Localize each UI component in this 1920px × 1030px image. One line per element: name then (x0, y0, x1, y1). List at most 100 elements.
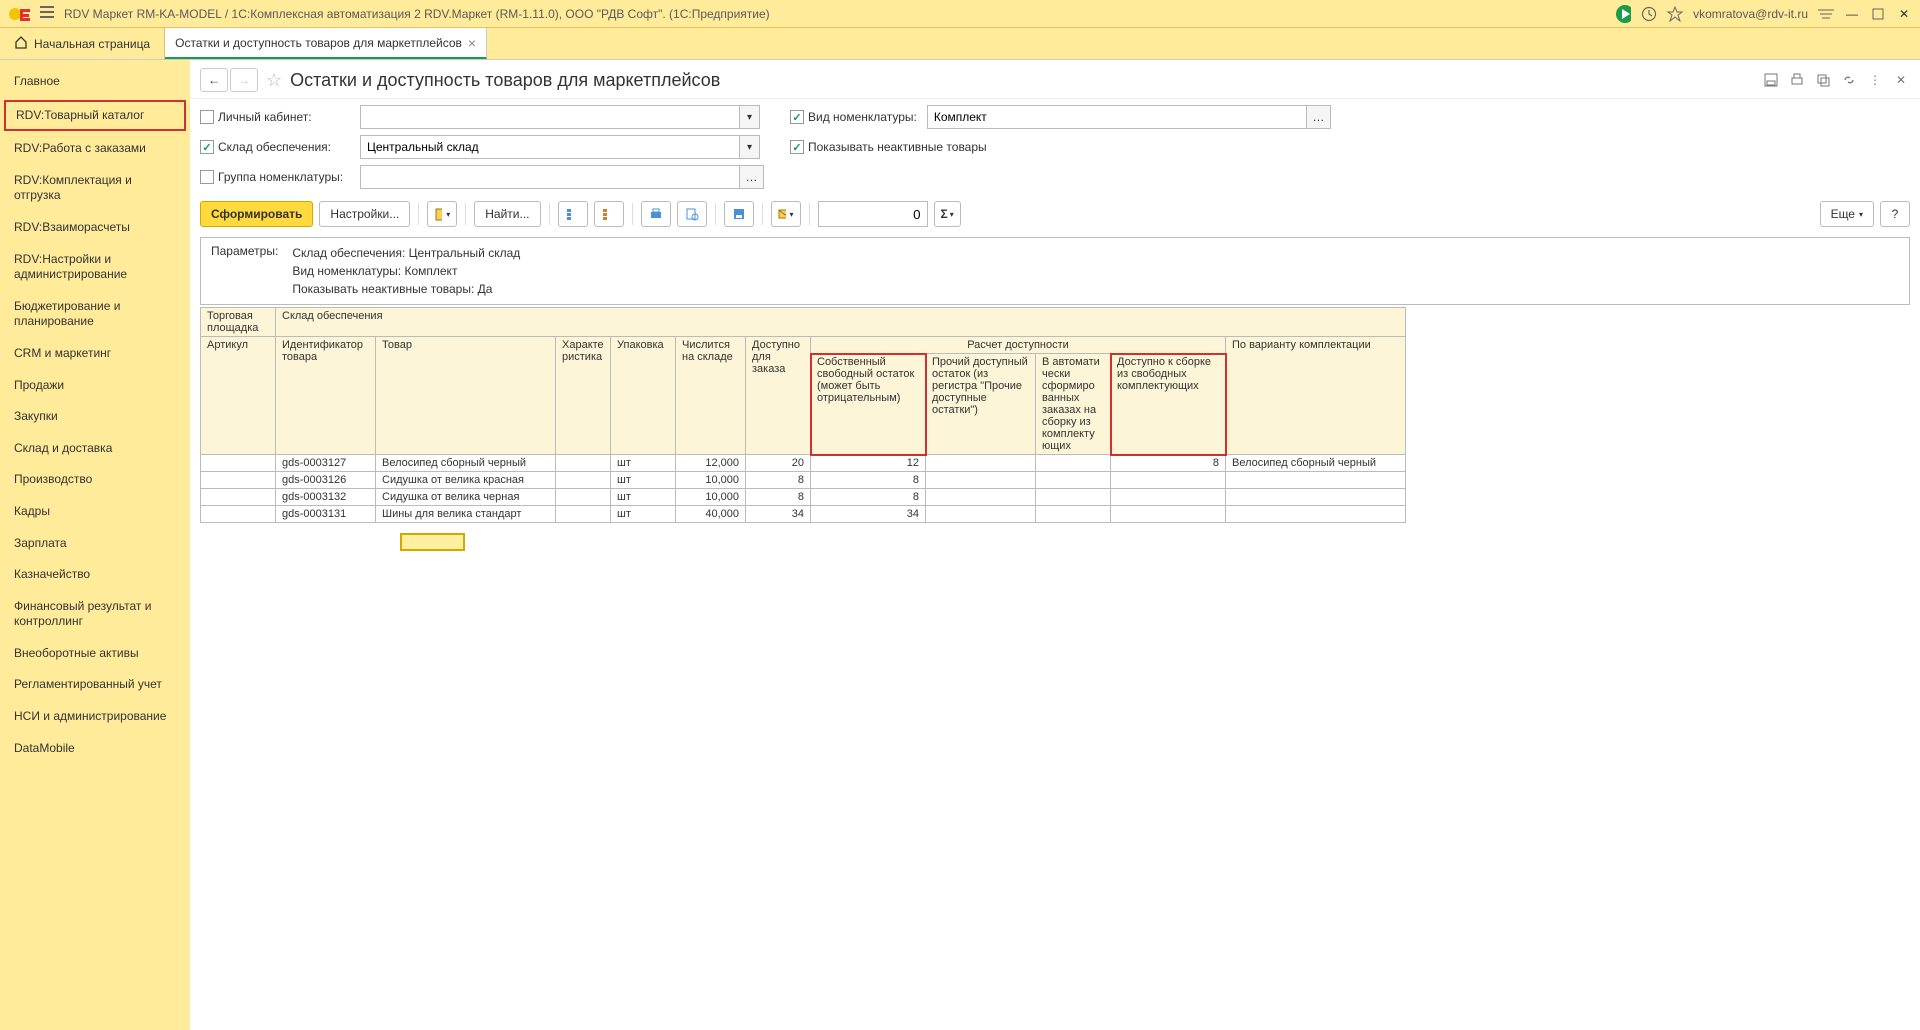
forward-button[interactable]: → (230, 68, 258, 92)
show-inactive-checkbox[interactable] (790, 140, 804, 154)
sklad-checkbox[interactable] (200, 140, 214, 154)
paste-button[interactable]: ▾ (427, 201, 457, 227)
col-header: Доступно к сборке из свободных комплекту… (1111, 354, 1226, 455)
table-row[interactable]: gds-0003126 Сидушка от велика красная шт… (201, 472, 1406, 489)
vid-nom-checkbox[interactable] (790, 110, 804, 124)
personal-cabinet-input[interactable] (360, 105, 740, 129)
menu-burger-icon[interactable] (40, 6, 54, 21)
print-preview-button[interactable] (677, 201, 707, 227)
separator (762, 203, 763, 225)
email-button[interactable]: ▾ (771, 201, 801, 227)
sidebar-item[interactable]: Главное (0, 66, 190, 98)
print-header-icon[interactable] (1788, 71, 1806, 89)
tab-close-icon[interactable]: × (468, 35, 476, 51)
expand-groups-button[interactable] (558, 201, 588, 227)
back-button[interactable]: ← (200, 68, 228, 92)
sidebar-item[interactable]: Кадры (0, 496, 190, 528)
close-window-icon[interactable]: ✕ (1896, 6, 1912, 22)
col-header: Собственный свободный остаток (может быт… (811, 354, 926, 455)
personal-cabinet-checkbox[interactable] (200, 110, 214, 124)
sidebar-item[interactable]: Финансовый результат и контроллинг (0, 591, 190, 638)
sidebar: Главное RDV:Товарный каталог RDV:Работа … (0, 60, 190, 1030)
sidebar-item[interactable]: Продажи (0, 370, 190, 402)
tab-active-label: Остатки и доступность товаров для маркет… (175, 36, 462, 50)
play-icon[interactable] (1615, 6, 1631, 22)
save-button[interactable] (724, 201, 754, 227)
col-header: По варианту комплектации (1226, 337, 1406, 455)
sidebar-item[interactable]: RDV:Настройки и администрирование (0, 244, 190, 291)
col-header: Товар (376, 337, 556, 455)
params-values: Склад обеспечения: Центральный склад Вид… (292, 244, 520, 298)
tab-active[interactable]: Остатки и доступность товаров для маркет… (165, 28, 487, 59)
col-header: Расчет доступности (811, 337, 1226, 354)
col-header: Характе ристика (556, 337, 611, 455)
separator (632, 203, 633, 225)
select-more-icon[interactable]: … (740, 165, 764, 189)
col-header: Доступно для заказа (746, 337, 811, 455)
user-name[interactable]: vkomratova@rdv-it.ru (1693, 7, 1808, 21)
star-icon[interactable] (1667, 6, 1683, 22)
col-header: Упаковка (611, 337, 676, 455)
params-block: Параметры: Склад обеспечения: Центральны… (200, 237, 1910, 305)
generate-button[interactable]: Сформировать (200, 201, 313, 227)
app-title: RDV Маркет RM-KA-MODEL / 1С:Комплексная … (64, 7, 1615, 21)
content-header: ← → ☆ Остатки и доступность товаров для … (190, 60, 1920, 99)
more-button[interactable]: Еще ▾ (1820, 201, 1874, 227)
group-checkbox[interactable] (200, 170, 214, 184)
favorite-star-icon[interactable]: ☆ (266, 70, 282, 91)
link-header-icon[interactable] (1840, 71, 1858, 89)
table-row[interactable]: gds-0003127 Велосипед сборный черный шт … (201, 455, 1406, 472)
group-input[interactable] (360, 165, 740, 189)
sklad-input[interactable] (360, 135, 740, 159)
sigma-button[interactable]: Σ▾ (934, 201, 961, 227)
content: ← → ☆ Остатки и доступность товаров для … (190, 60, 1920, 1030)
maximize-icon[interactable] (1870, 6, 1886, 22)
dropdown-icon[interactable]: ▾ (740, 105, 760, 129)
select-more-icon[interactable]: … (1307, 105, 1331, 129)
sidebar-item[interactable]: Производство (0, 464, 190, 496)
save-header-icon[interactable] (1762, 71, 1780, 89)
separator (809, 203, 810, 225)
report-table[interactable]: Торговая площадка Склад обеспечения Арти… (200, 307, 1406, 523)
tab-home[interactable]: Начальная страница (0, 28, 165, 59)
sidebar-item[interactable]: RDV:Работа с заказами (0, 133, 190, 165)
separator (418, 203, 419, 225)
sidebar-item[interactable]: DataMobile (0, 733, 190, 765)
dropdown-icon[interactable]: ▾ (740, 135, 760, 159)
help-button[interactable]: ? (1880, 201, 1910, 227)
sidebar-item[interactable]: RDV:Взаиморасчеты (0, 212, 190, 244)
sidebar-item[interactable]: Внеоборотные активы (0, 638, 190, 670)
report-area[interactable]: Параметры: Склад обеспечения: Центральны… (190, 233, 1920, 1030)
find-button[interactable]: Найти... (474, 201, 540, 227)
close-content-icon[interactable]: ✕ (1892, 71, 1910, 89)
col-header: Идентификатор товара (276, 337, 376, 455)
sidebar-item[interactable]: CRM и маркетинг (0, 338, 190, 370)
sidebar-item[interactable]: Регламентированный учет (0, 669, 190, 701)
separator (715, 203, 716, 225)
sidebar-item[interactable]: Зарплата (0, 528, 190, 560)
title-bar: RDV Маркет RM-KA-MODEL / 1С:Комплексная … (0, 0, 1920, 28)
history-icon[interactable] (1641, 6, 1657, 22)
home-icon (14, 35, 28, 52)
copy-header-icon[interactable] (1814, 71, 1832, 89)
vid-nom-input[interactable] (927, 105, 1307, 129)
more-vert-icon[interactable]: ⋮ (1866, 71, 1884, 89)
print-button[interactable] (641, 201, 671, 227)
table-row[interactable]: gds-0003132 Сидушка от велика черная шт … (201, 489, 1406, 506)
numeric-input[interactable] (818, 201, 928, 227)
sidebar-item[interactable]: Закупки (0, 401, 190, 433)
table-row[interactable]: gds-0003131 Шины для велика стандарт шт … (201, 506, 1406, 523)
sidebar-item[interactable]: RDV:Товарный каталог (4, 100, 186, 132)
settings-button[interactable]: Настройки... (319, 201, 410, 227)
sidebar-item[interactable]: RDV:Комплектация и отгрузка (0, 165, 190, 212)
minimize-icon[interactable]: — (1844, 6, 1860, 22)
settings-lines-icon[interactable] (1818, 6, 1834, 22)
tabs-bar: Начальная страница Остатки и доступность… (0, 28, 1920, 60)
col-header: Артикул (201, 337, 276, 455)
sidebar-item[interactable]: Бюджетирование и планирование (0, 291, 190, 338)
sidebar-item[interactable]: Казначейство (0, 559, 190, 591)
sidebar-item[interactable]: НСИ и администрирование (0, 701, 190, 733)
collapse-groups-button[interactable] (594, 201, 624, 227)
sidebar-item[interactable]: Склад и доставка (0, 433, 190, 465)
selected-cell[interactable] (400, 533, 465, 551)
